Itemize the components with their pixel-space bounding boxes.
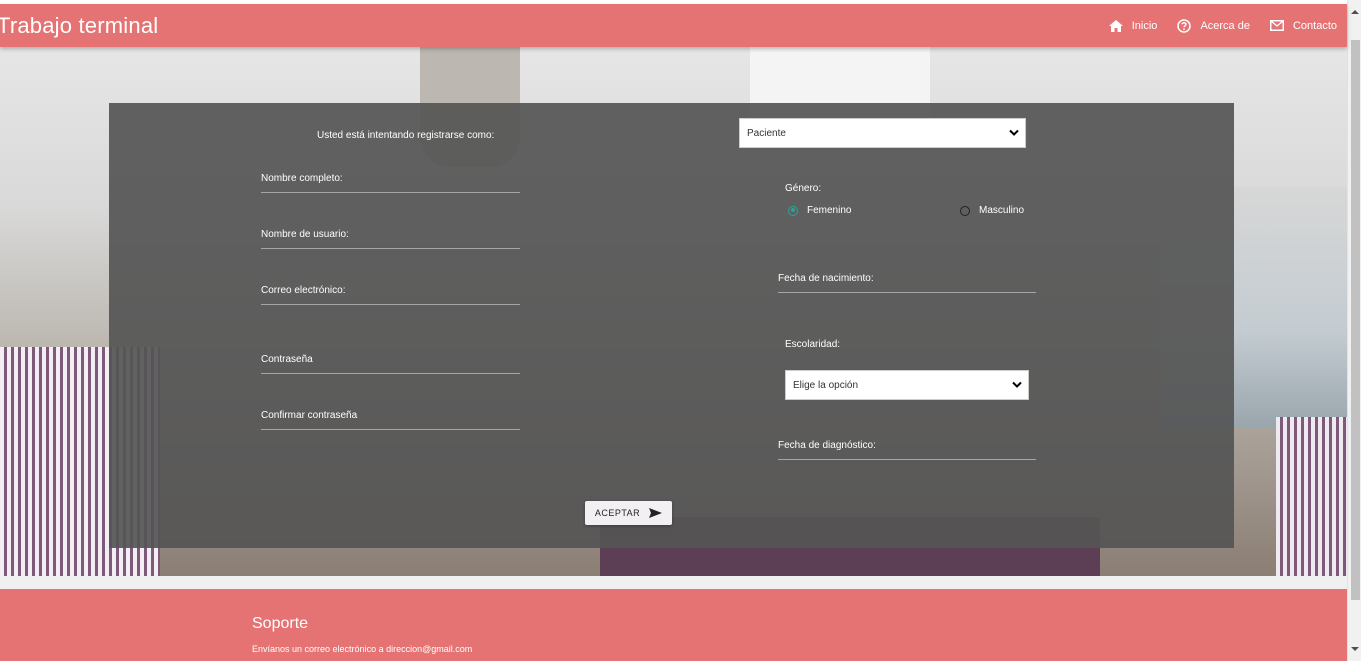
footer: Soporte Envíanos un correo electrónico a…: [0, 589, 1347, 661]
nav-item-label: Contacto: [1292, 19, 1337, 32]
radio-unchecked-icon: [960, 205, 970, 216]
send-icon: [649, 508, 663, 518]
birthdate-label: Fecha de nacimiento:: [778, 273, 874, 284]
diagnosis-date-label: Fecha de diagnóstico:: [778, 440, 876, 451]
gender-radio-masculino[interactable]: Masculino: [960, 205, 1024, 216]
registration-form: Usted está intentando registrarse como: …: [109, 103, 1234, 548]
email-input[interactable]: [261, 304, 520, 305]
chevron-down-icon: [1012, 381, 1022, 388]
footer-title: Soporte: [252, 615, 309, 632]
chevron-down-icon: [1009, 129, 1019, 136]
username-input[interactable]: [261, 248, 520, 249]
navbar: Trabajo terminal Inicio Acerca de Contac…: [0, 4, 1347, 47]
birthdate-input[interactable]: [778, 292, 1036, 293]
register-as-label: Usted está intentando registrarse como:: [317, 130, 495, 141]
diagnosis-date-input[interactable]: [778, 459, 1036, 460]
footer-text: Envíanos un correo electrónico a direcci…: [252, 644, 473, 654]
brand-title[interactable]: Trabajo terminal: [0, 13, 158, 39]
password-label: Contraseña: [261, 354, 313, 365]
email-label: Correo electrónico:: [261, 285, 346, 296]
education-label: Escolaridad:: [785, 339, 841, 350]
home-icon: [1108, 19, 1123, 32]
page-scrollbar[interactable]: [1347, 0, 1361, 661]
password-input[interactable]: [261, 373, 520, 374]
username-label: Nombre de usuario:: [261, 229, 349, 240]
nav-item-acerca-de[interactable]: Acerca de: [1177, 18, 1250, 33]
nav-item-label: Inicio: [1131, 19, 1158, 32]
mail-icon: [1269, 20, 1284, 31]
full-name-input[interactable]: [261, 192, 520, 193]
radio-label: Masculino: [979, 205, 1025, 216]
confirm-password-input[interactable]: [261, 429, 520, 430]
radio-label: Femenino: [807, 205, 852, 216]
nav-menu: Inicio Acerca de Contacto: [1089, 4, 1337, 47]
scroll-up-icon[interactable]: [1351, 10, 1359, 14]
gender-radio-femenino[interactable]: Femenino: [788, 205, 851, 216]
scrollbar-thumb[interactable]: [1351, 40, 1360, 600]
confirm-password-label: Confirmar contraseña: [261, 410, 358, 421]
education-select[interactable]: Elige la opción: [785, 370, 1029, 400]
scroll-down-icon[interactable]: [1351, 647, 1359, 651]
register-as-value: Paciente: [747, 127, 786, 139]
nav-item-label: Acerca de: [1200, 19, 1250, 32]
gender-label: Género:: [785, 183, 822, 194]
nav-item-inicio[interactable]: Inicio: [1108, 19, 1158, 32]
nav-item-contacto[interactable]: Contacto: [1269, 19, 1337, 32]
education-value: Elige la opción: [793, 379, 859, 391]
radio-checked-icon: [788, 205, 798, 216]
full-name-label: Nombre completo:: [261, 173, 343, 184]
submit-button-label: ACEPTAR: [594, 508, 641, 518]
help-circle-icon: [1177, 18, 1192, 33]
submit-button[interactable]: ACEPTAR: [585, 501, 672, 525]
register-as-select[interactable]: Paciente: [739, 118, 1026, 148]
